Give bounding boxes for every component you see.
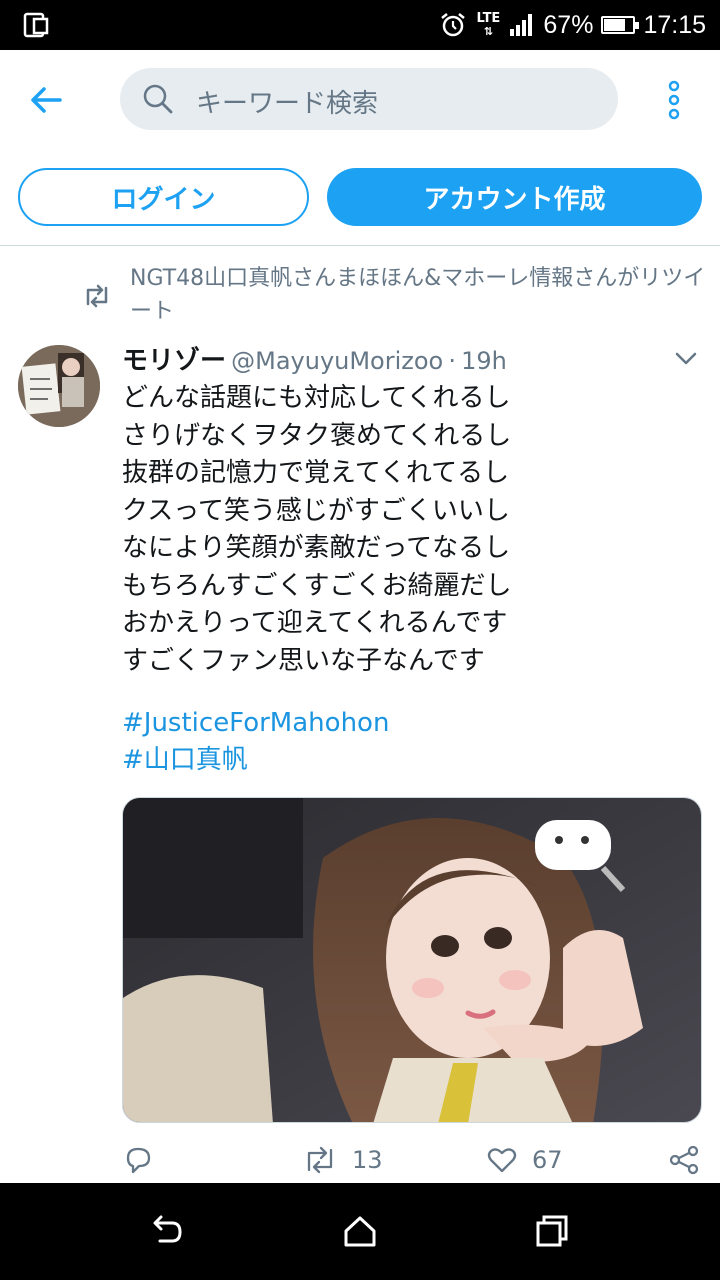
battery-fill [604, 19, 625, 31]
tweet-line: なにより笑顔が素敵だってなるし [122, 533, 511, 563]
network-type: LTE ⇅ [476, 11, 501, 38]
back-icon[interactable] [146, 1211, 186, 1251]
battery-percent: 67% [543, 10, 594, 39]
signal-icon [510, 14, 533, 36]
tweet-time[interactable]: 19h [461, 347, 507, 375]
system-nav-bar [0, 1183, 720, 1280]
share-button[interactable] [668, 1140, 700, 1180]
tweet-line: どんな話題にも対応してくれるし [122, 383, 511, 413]
retweet-button[interactable]: 13 [302, 1140, 383, 1180]
tweet-line: すごくファン思いな子なんです [122, 645, 485, 676]
home-icon[interactable] [340, 1211, 380, 1251]
tweet-line: さりげなくヲタク褒めてくれるし [122, 420, 512, 451]
tweet-text: どんな話題にも対応してくれるし さりげなくヲタク褒めてくれるし 抜群の記憶力で覚… [122, 380, 702, 680]
tweet-photo[interactable] [122, 797, 702, 1123]
photo-image [123, 798, 701, 1122]
avatar-image [18, 345, 100, 427]
status-bar: LTE ⇅ 67% 17:15 [0, 0, 720, 50]
search-input[interactable]: キーワード検索 [120, 68, 618, 130]
auth-buttons: ログイン アカウント作成 [0, 168, 720, 226]
retweet-icon [86, 284, 108, 308]
user-handle[interactable]: @MayuyuMorizoo [231, 347, 443, 375]
like-button[interactable]: 67 [486, 1140, 563, 1180]
hashtag-link[interactable]: #JusticeForMahohon [122, 705, 389, 742]
search-icon [143, 84, 173, 114]
tweet-line: クスって笑う感じがすごくいいし [122, 495, 510, 526]
divider [0, 245, 720, 246]
top-bar: キーワード検索 [0, 50, 720, 150]
create-account-button[interactable]: アカウント作成 [327, 168, 702, 226]
separator: · [448, 347, 456, 375]
tweet-line: もちろんすごくすごくお綺麗だし [122, 570, 512, 601]
hashtag-link[interactable]: #山口真帆 [122, 742, 389, 779]
back-arrow-icon[interactable] [26, 80, 66, 120]
multi-window-icon [23, 12, 49, 38]
display-name[interactable]: モリゾー [122, 346, 226, 376]
clock: 17:15 [643, 10, 706, 39]
heart-icon [487, 1148, 517, 1173]
tweet-line: おかえりって迎えてくれるんです [122, 608, 508, 638]
hashtags: #JusticeForMahohon #山口真帆 [122, 705, 389, 779]
share-icon [669, 1145, 699, 1175]
tweet-line: 抜群の記憶力で覚えてくれてるし [122, 458, 510, 488]
reply-button[interactable] [122, 1140, 154, 1180]
alarm-icon [441, 13, 466, 37]
like-count: 67 [532, 1146, 563, 1174]
retweet-icon [307, 1146, 333, 1174]
chevron-down-icon[interactable] [674, 350, 698, 366]
retweet-count: 13 [352, 1146, 383, 1174]
login-button[interactable]: ログイン [18, 168, 309, 226]
retweet-context-text[interactable]: NGT48山口真帆さんまほほん&マホーレ情報さんがリツイート [130, 262, 720, 328]
search-placeholder: キーワード検索 [196, 89, 379, 119]
reply-icon [126, 1147, 151, 1174]
avatar[interactable] [18, 345, 100, 427]
tweet-header: モリゾー @MayuyuMorizoo · 19h [122, 340, 692, 380]
battery-icon [601, 16, 640, 34]
more-vertical-icon[interactable] [666, 80, 682, 120]
recent-apps-icon[interactable] [532, 1211, 572, 1251]
tweet-actions: 13 67 [122, 1140, 712, 1180]
